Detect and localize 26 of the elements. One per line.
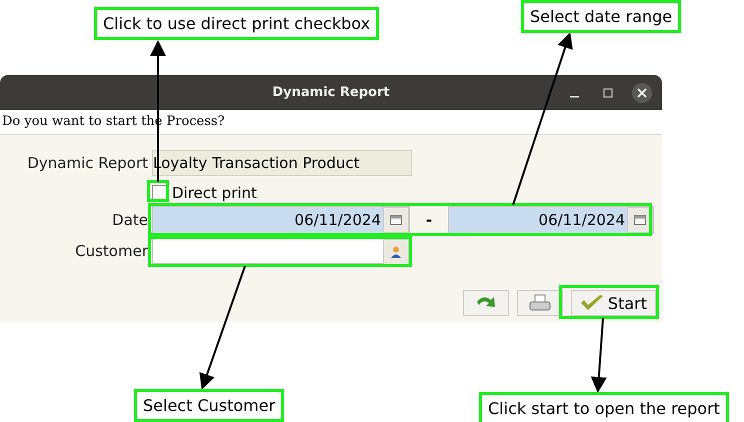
callout-label: Click start to open the report [479, 392, 729, 422]
close-icon [637, 88, 647, 98]
date-to-field[interactable]: 06/11/2024 [448, 206, 654, 234]
maximize-icon [603, 88, 613, 98]
callout-label: Select date range [521, 0, 682, 33]
start-button[interactable]: Start [570, 290, 656, 316]
person-icon [391, 246, 401, 258]
calendar-icon [390, 215, 402, 225]
checkmark-icon [580, 294, 604, 312]
calendar-button[interactable] [383, 207, 409, 233]
callout-label: Select Customer [134, 389, 284, 422]
close-button[interactable] [632, 83, 652, 103]
calendar-icon [634, 215, 646, 225]
checkbox-label: Direct print [172, 184, 257, 202]
customer-lookup-button[interactable] [383, 239, 409, 265]
date-separator: - [424, 211, 434, 229]
field-label: Date [111, 211, 148, 229]
printer-icon [528, 294, 551, 312]
callout-label: Click to use direct print checkbox [94, 7, 380, 40]
minimize-icon [570, 96, 578, 98]
print-button[interactable] [516, 290, 563, 316]
window-title: Dynamic Report [272, 85, 390, 100]
field-label: Dynamic Report [26, 154, 148, 172]
field-label: Customer [74, 242, 148, 260]
date-from-field[interactable]: 06/11/2024 [152, 206, 410, 234]
redo-button[interactable] [462, 290, 509, 316]
